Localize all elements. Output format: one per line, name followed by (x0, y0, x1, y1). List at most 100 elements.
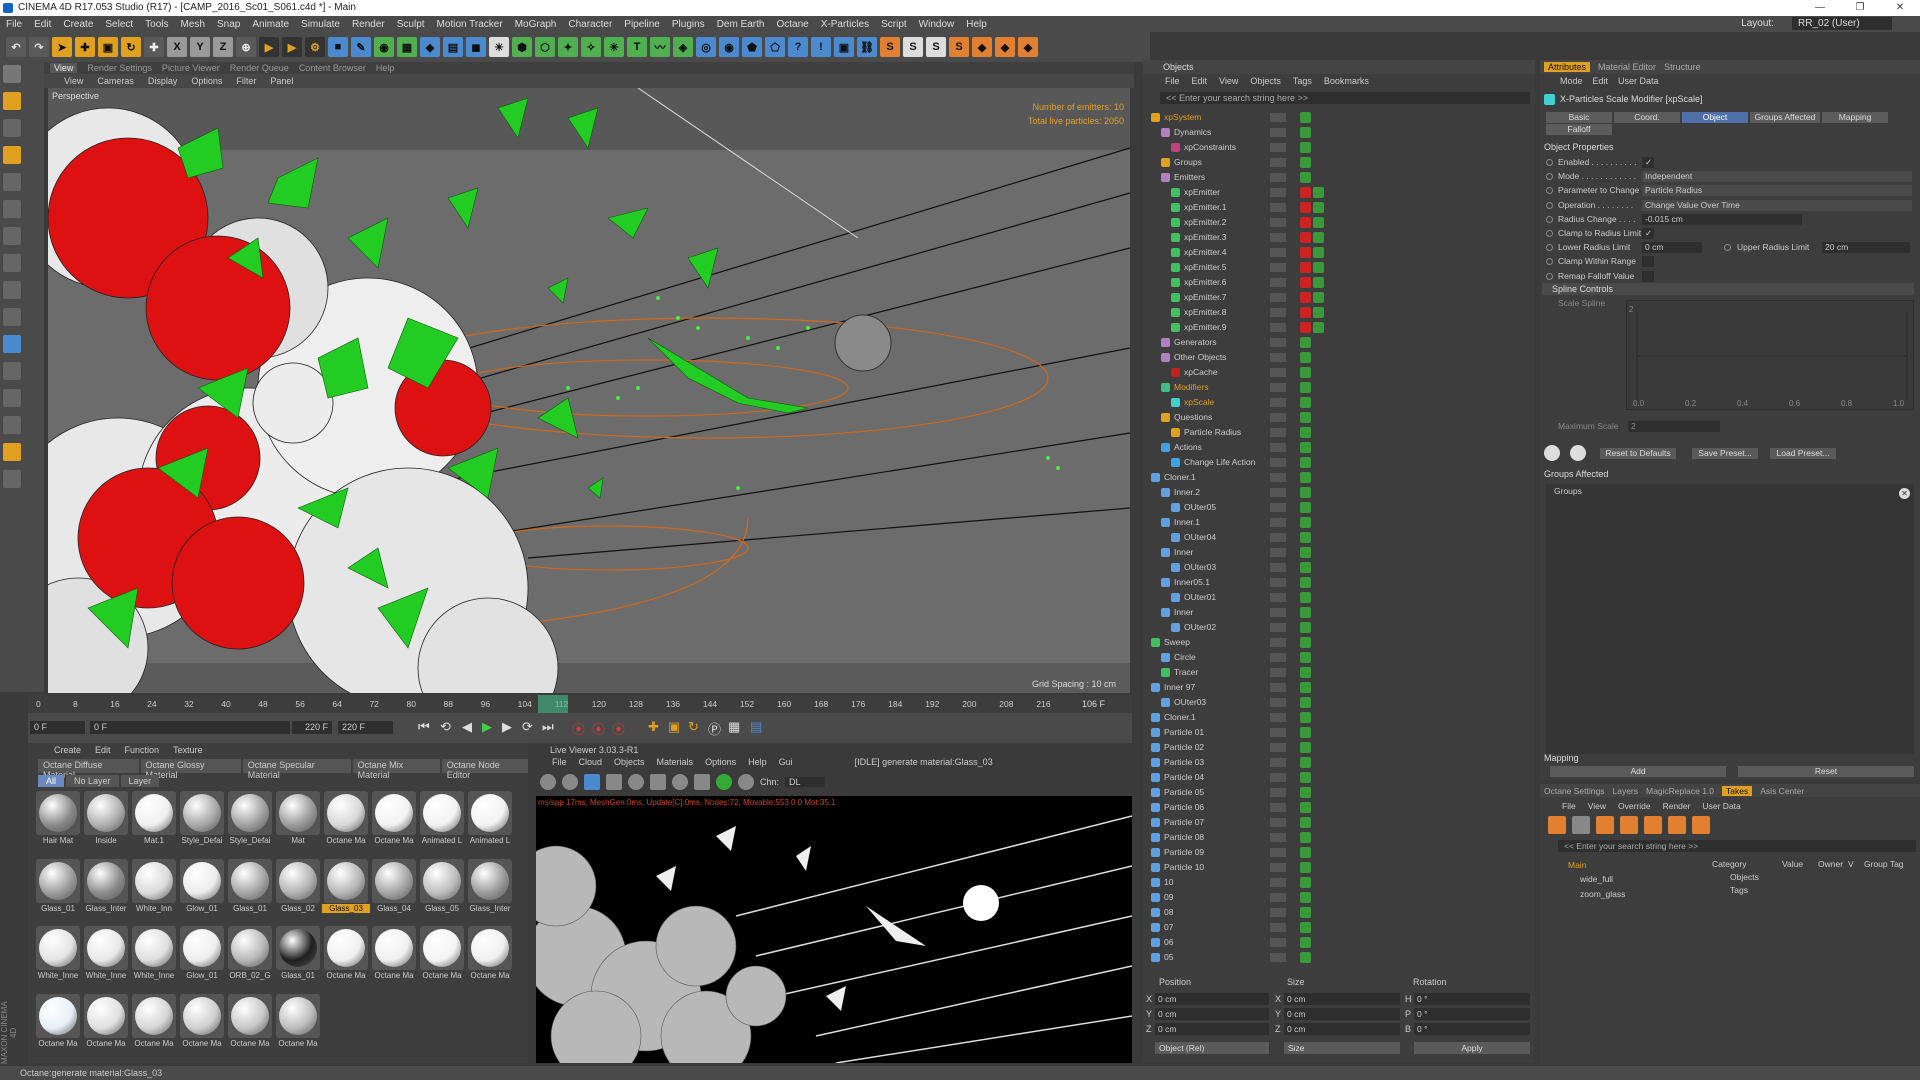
lv-gear-icon[interactable] (628, 774, 644, 790)
mograph-cloner-icon[interactable]: ⬢ (512, 37, 532, 57)
visibility-toggle[interactable] (1270, 833, 1286, 842)
property-value[interactable]: ✓ (1642, 228, 1654, 239)
subtab-mapping[interactable]: Mapping (1822, 112, 1888, 123)
material-swatch[interactable]: Mat (274, 790, 322, 848)
planar-workplane-icon[interactable] (3, 389, 21, 407)
points-mode-icon[interactable] (3, 200, 21, 218)
lv-lock-icon[interactable] (650, 774, 666, 790)
obj-menu-objects[interactable]: Objects (1250, 76, 1281, 86)
upper-radius-field[interactable]: 20 cm (1822, 242, 1910, 253)
visibility-toggle[interactable] (1270, 848, 1286, 857)
object-row[interactable]: xpEmitter.3 (1143, 230, 1527, 245)
object-row[interactable]: xpCache (1143, 365, 1527, 380)
takes-menu-view[interactable]: View (1588, 801, 1606, 811)
octane-diffuse-button[interactable]: Octane Diffuse Material (38, 759, 139, 780)
solo-icon[interactable] (3, 281, 21, 299)
visibility-toggle[interactable] (1270, 413, 1286, 422)
object-tag-icon[interactable] (1300, 547, 1311, 558)
material-swatch[interactable]: Octane Ma (226, 993, 274, 1051)
visibility-toggle[interactable] (1270, 338, 1286, 347)
object-row[interactable]: Inner.1 (1143, 515, 1527, 530)
rotation-key-icon[interactable]: ↻ (688, 719, 699, 735)
menu-sculpt[interactable]: Sculpt (397, 19, 425, 30)
visibility-toggle[interactable] (1270, 428, 1286, 437)
object-tag-icon[interactable] (1300, 772, 1311, 783)
lv-region-icon[interactable] (606, 774, 622, 790)
render-view-icon[interactable]: ▶ (259, 37, 279, 57)
menu-animate[interactable]: Animate (252, 19, 289, 30)
y-axis-icon[interactable]: Y (190, 37, 210, 57)
object-row[interactable]: Inner.2 (1143, 485, 1527, 500)
xp-question-icon[interactable]: ? (788, 37, 808, 57)
object-tag-icon[interactable] (1300, 517, 1311, 528)
vp-menu-cameras[interactable]: Cameras (97, 76, 134, 86)
object-tag-icon[interactable] (1300, 742, 1311, 753)
property-value[interactable]: Change Value Over Time (1642, 199, 1912, 211)
tab-octane-settings[interactable]: Octane Settings (1544, 786, 1604, 796)
object-row[interactable]: 08 (1143, 905, 1527, 920)
mograph-text-icon[interactable]: T (627, 37, 647, 57)
coordinate-system-icon[interactable]: ⊕ (236, 37, 256, 57)
lv-menu-materials[interactable]: Materials (657, 757, 694, 769)
menu-create[interactable]: Create (63, 19, 93, 30)
filter-all[interactable]: All (38, 775, 65, 787)
move-tool-icon[interactable]: ✚ (75, 37, 95, 57)
object-row[interactable]: Inner (1143, 545, 1527, 560)
material-swatch[interactable]: Octane Ma (466, 925, 514, 983)
next-frame-icon[interactable]: ▶ (502, 719, 512, 735)
object-row[interactable]: Groups (1143, 155, 1527, 170)
material-swatch[interactable]: Octane Ma (322, 925, 370, 983)
camera-icon[interactable]: ◼ (466, 37, 486, 57)
take-auto-icon[interactable] (1572, 816, 1590, 834)
menu-character[interactable]: Character (568, 19, 612, 30)
mat-menu-create[interactable]: Create (54, 745, 81, 755)
visibility-toggle[interactable] (1270, 698, 1286, 707)
object-row[interactable]: Particle Radius (1143, 425, 1527, 440)
object-tag-icon[interactable] (1313, 217, 1324, 228)
object-row[interactable]: Particle 08 (1143, 830, 1527, 845)
visibility-toggle[interactable] (1270, 308, 1286, 317)
visibility-toggle[interactable] (1270, 548, 1286, 557)
menu-plugins[interactable]: Plugins (672, 19, 705, 30)
takes-menu-override[interactable]: Override (1618, 801, 1651, 811)
material-swatch[interactable]: Mat.1 (130, 790, 178, 848)
object-tag-icon[interactable] (1300, 232, 1311, 243)
x-axis-icon[interactable]: X (167, 37, 187, 57)
menu-x-particles[interactable]: X-Particles (821, 19, 869, 30)
visibility-toggle[interactable] (1270, 863, 1286, 872)
material-swatch[interactable]: Style_Defai (178, 790, 226, 848)
xp-modifier-icon[interactable]: ⬠ (765, 37, 785, 57)
next-key-icon[interactable]: ⟳ (522, 719, 533, 735)
obj-menu-bookmarks[interactable]: Bookmarks (1324, 76, 1369, 86)
visibility-toggle[interactable] (1270, 518, 1286, 527)
visibility-toggle[interactable] (1270, 293, 1286, 302)
object-row[interactable]: xpEmitter.8 (1143, 305, 1527, 320)
take-layer-icon[interactable] (1692, 816, 1710, 834)
quantize-icon[interactable]: S (949, 37, 969, 57)
object-row[interactable]: 06 (1143, 935, 1527, 950)
rotation-p-field[interactable]: 0 ° (1414, 1008, 1530, 1020)
object-tag-icon[interactable] (1300, 907, 1311, 918)
material-swatch[interactable]: Glass_05 (418, 858, 466, 916)
object-tag-icon[interactable] (1300, 922, 1311, 933)
go-end-icon[interactable]: ⏭ (542, 719, 554, 735)
octane-render-icon[interactable]: ◆ (972, 37, 992, 57)
visibility-toggle[interactable] (1270, 203, 1286, 212)
visibility-toggle[interactable] (1270, 188, 1286, 197)
object-tag-icon[interactable] (1300, 727, 1311, 738)
scale-key-icon[interactable]: ▣ (668, 719, 680, 735)
property-value[interactable] (1642, 256, 1654, 268)
object-row[interactable]: Particle 10 (1143, 860, 1527, 875)
visibility-toggle[interactable] (1270, 533, 1286, 542)
object-row[interactable]: Other Objects (1143, 350, 1527, 365)
vp-menu-filter[interactable]: Filter (236, 76, 256, 86)
menu-pipeline[interactable]: Pipeline (624, 19, 660, 30)
size-z-field[interactable]: 0 cm (1284, 1023, 1400, 1035)
visibility-toggle[interactable] (1270, 773, 1286, 782)
take-main[interactable]: Main (1568, 860, 1586, 870)
edit-render-settings-icon[interactable]: ⚙ (305, 37, 325, 57)
visibility-toggle[interactable] (1270, 113, 1286, 122)
object-row[interactable]: Questions (1143, 410, 1527, 425)
preset-menu-icon[interactable] (1544, 445, 1560, 461)
object-search-input[interactable]: << Enter your search string here >> (1160, 92, 1530, 104)
